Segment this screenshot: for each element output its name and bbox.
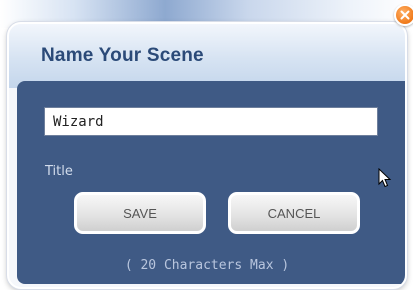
character-limit-hint: ( 20 Characters Max ) — [124, 258, 290, 273]
mouse-pointer-icon — [378, 167, 392, 192]
close-icon[interactable] — [394, 4, 413, 26]
dialog-title: Name Your Scene — [41, 45, 204, 66]
save-button[interactable]: SAVE — [74, 192, 206, 234]
cancel-button[interactable]: CANCEL — [228, 192, 360, 234]
title-label: Title — [45, 164, 73, 179]
scene-name-input[interactable] — [44, 107, 378, 136]
dialog-title-bar: Name Your Scene — [9, 24, 405, 88]
name-scene-dialog: Name Your Scene Title SAVE CANCEL ( 20 C… — [7, 22, 407, 289]
